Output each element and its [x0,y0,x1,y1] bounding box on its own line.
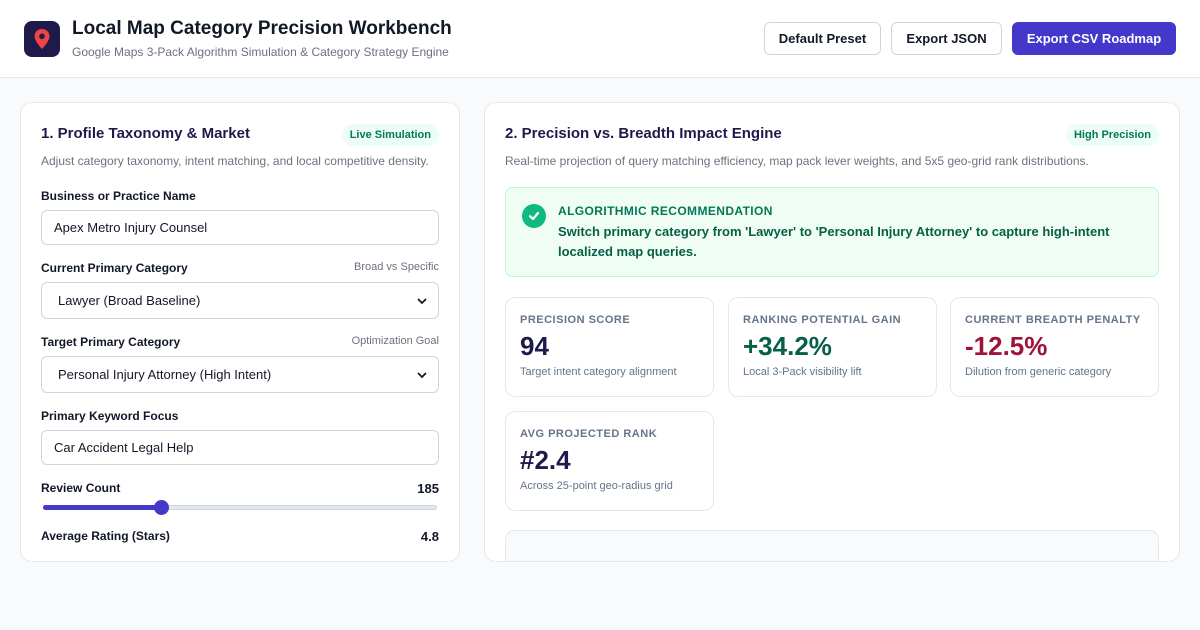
chevron-down-icon [417,297,427,304]
metric-note: Target intent category alignment [520,366,677,378]
export-json-button[interactable]: Export JSON [891,22,1002,55]
target-category-value: Personal Injury Attorney (High Intent) [58,367,272,382]
check-circle-icon [522,204,546,228]
target-category-label: Target Primary Category [41,335,181,349]
target-category-select[interactable]: Personal Injury Attorney (High Intent) [41,356,439,393]
default-preset-button[interactable]: Default Preset [764,22,881,55]
average-rating-value: 4.8 [420,529,439,544]
current-category-value: Lawyer (Broad Baseline) [58,293,201,308]
review-count-value: 185 [417,481,439,496]
impact-engine-panel: 2. Precision vs. Breadth Impact Engine H… [484,102,1180,562]
business-name-label: Business or Practice Name [41,189,196,203]
recommendation-box: ALGORITHMIC RECOMMENDATION Switch primar… [505,187,1159,277]
slider-thumb[interactable] [154,500,170,515]
map-pin-icon [34,29,50,49]
panel-description: Adjust category taxonomy, intent matchin… [41,154,429,168]
live-simulation-badge: Live Simulation [341,124,439,146]
target-category-hint: Optimization Goal [351,335,439,347]
recommendation-text: Switch primary category from 'Lawyer' to… [558,224,1110,259]
projected-rank-card: AVG PROJECTED RANK #2.4 Across 25-point … [505,411,714,511]
recommendation-title: ALGORITHMIC RECOMMENDATION [558,204,773,218]
app-subtitle: Google Maps 3-Pack Algorithm Simulation … [72,45,449,59]
profile-taxonomy-panel: 1. Profile Taxonomy & Market Live Simula… [20,102,460,562]
business-name-input[interactable]: Apex Metro Injury Counsel [41,210,439,245]
current-category-hint: Broad vs Specific [354,261,439,273]
keyword-input[interactable]: Car Accident Legal Help [41,430,439,465]
metric-label: CURRENT BREADTH PENALTY [965,314,1141,326]
geo-grid-card [505,530,1159,561]
panel-title: 1. Profile Taxonomy & Market [41,125,250,142]
metric-value: -12.5% [965,331,1048,361]
keyword-label: Primary Keyword Focus [41,409,179,423]
chevron-down-icon [417,371,427,378]
business-name-value: Apex Metro Injury Counsel [54,220,208,235]
app-header: Local Map Category Precision Workbench G… [0,0,1200,78]
keyword-value: Car Accident Legal Help [54,440,194,455]
metric-note: Local 3-Pack visibility lift [743,366,862,378]
ranking-gain-card: RANKING POTENTIAL GAIN +34.2% Local 3-Pa… [728,297,937,397]
app-title: Local Map Category Precision Workbench [72,18,452,39]
export-csv-roadmap-button[interactable]: Export CSV Roadmap [1012,22,1176,55]
metric-note: Dilution from generic category [965,366,1112,378]
average-rating-label: Average Rating (Stars) [41,529,170,543]
metric-value: 94 [520,331,549,361]
high-precision-badge: High Precision [1065,124,1159,146]
current-category-select[interactable]: Lawyer (Broad Baseline) [41,282,439,319]
slider-fill [43,505,162,510]
review-count-slider[interactable] [43,500,437,515]
metric-value: #2.4 [520,445,571,475]
metric-label: PRECISION SCORE [520,314,631,326]
metric-value: +34.2% [743,331,832,361]
app-logo [24,21,60,57]
metric-label: AVG PROJECTED RANK [520,428,658,440]
current-category-label: Current Primary Category [41,261,188,275]
panel-description: Real-time projection of query matching e… [505,154,1089,168]
panel-title: 2. Precision vs. Breadth Impact Engine [505,125,782,142]
breadth-penalty-card: CURRENT BREADTH PENALTY -12.5% Dilution … [950,297,1159,397]
review-count-label: Review Count [41,481,121,495]
metric-note: Across 25-point geo-radius grid [520,480,673,492]
precision-score-card: PRECISION SCORE 94 Target intent categor… [505,297,714,397]
metric-label: RANKING POTENTIAL GAIN [743,314,902,326]
